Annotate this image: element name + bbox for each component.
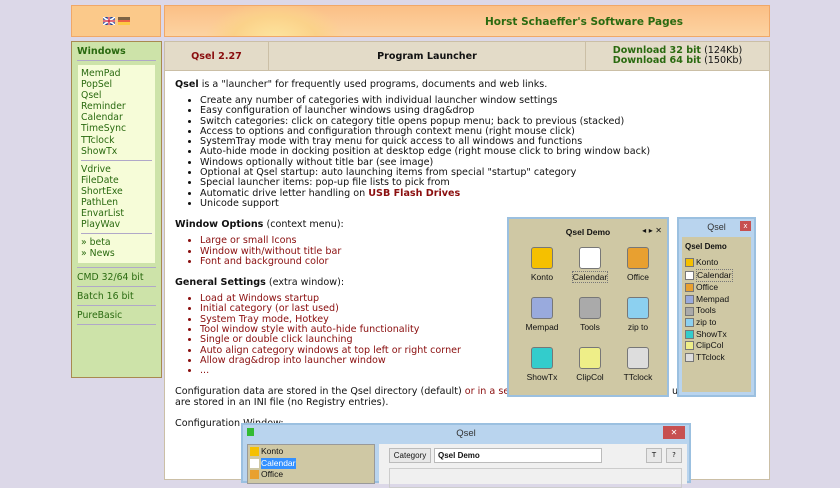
app-icon [531, 247, 553, 269]
config-list-item[interactable]: Konto [250, 446, 372, 458]
app-icon [247, 428, 254, 436]
launcher-item[interactable]: TTclock [613, 347, 663, 382]
general-settings-heading: General Settings (extra window): [175, 277, 345, 289]
sidebar-item[interactable]: PlayWav [81, 219, 152, 230]
app-icon [685, 295, 694, 305]
config-item-list[interactable]: Konto Calendar Office [247, 444, 375, 484]
app-icon [685, 318, 694, 328]
launcher-item[interactable]: Calendar [565, 247, 615, 283]
feature-item: Automatic drive letter handling on USB F… [200, 188, 759, 199]
sidebar-item[interactable]: Calendar [81, 112, 152, 123]
app-icon [685, 306, 694, 316]
demo-window-small: Qsel x Qsel Demo Konto Calendar Office Memp… [677, 217, 756, 397]
config-list-item[interactable]: Office [250, 469, 372, 481]
feature-item: Unicode support [200, 198, 759, 209]
launcher-item[interactable]: Konto [685, 257, 748, 269]
sidebar-item[interactable]: EnvarList [81, 208, 152, 219]
window-options-heading: Window Options (context menu): [175, 219, 344, 231]
launcher-item[interactable]: Office [613, 247, 663, 282]
app-icon [250, 447, 259, 457]
sidebar-item[interactable]: ShortExe [81, 186, 152, 197]
category-button[interactable]: Category [389, 448, 431, 463]
sidebar-item[interactable]: MemPad [81, 68, 152, 79]
setting-item: Font and background color [200, 256, 759, 267]
app-icon [685, 341, 694, 351]
launcher-item[interactable]: Calendar [685, 268, 748, 283]
app-icon [579, 247, 601, 269]
close-button[interactable]: x [740, 221, 751, 231]
launcher-item[interactable]: ShowTx [685, 329, 748, 341]
sidebar-item[interactable]: » News [81, 248, 152, 259]
usb-link[interactable]: USB Flash Drives [368, 188, 460, 199]
app-icon [685, 258, 694, 268]
app-icon [627, 247, 649, 269]
sidebar-section-link[interactable]: CMD 32/64 bit [77, 268, 156, 287]
intro: Qsel is a "launcher" for frequently used… [175, 79, 548, 90]
sidebar-section-link[interactable]: PureBasic [77, 306, 156, 325]
app-icon [579, 347, 601, 369]
sidebar-item[interactable]: Qsel [81, 90, 152, 101]
t-button[interactable]: T [646, 448, 662, 463]
sidebar-list: MemPad PopSel Qsel Reminder Calendar TimeSync… [78, 65, 155, 263]
sidebar-item[interactable]: Reminder [81, 101, 152, 112]
tab-bar: Qsel 2.27 Program Launcher Download 32 b… [164, 41, 770, 71]
page-title: Program Launcher [269, 42, 586, 70]
feature-list: Create any number of categories with ind… [200, 95, 759, 209]
site-title: Horst Schaeffer's Software Pages [485, 16, 683, 28]
launcher-item[interactable]: Office [685, 282, 748, 294]
app-icon [531, 347, 553, 369]
window-options-list: Large or small IconsWindow with/without … [200, 235, 759, 267]
setting-item: Allow drag&drop into launcher window [200, 355, 759, 366]
sidebar-item[interactable]: TTclock [81, 135, 152, 146]
app-icon [685, 283, 694, 293]
demo-window-large: Qsel Demo ◂ ▸ ✕ Konto Calendar Office Mempa… [507, 217, 669, 397]
sidebar-heading: Windows [77, 46, 156, 61]
config-paragraph: Configuration data are stored in the Qse… [175, 386, 759, 408]
app-icon [627, 297, 649, 319]
general-settings-list: Load at Windows startupInitial category … [200, 293, 759, 376]
app-icon [685, 329, 694, 339]
sidebar-item[interactable]: FileDate [81, 175, 152, 186]
close-button[interactable]: ✕ [663, 426, 685, 439]
sidebar-item[interactable]: TimeSync [81, 123, 152, 134]
sidebar-item[interactable]: PathLen [81, 197, 152, 208]
launcher-item[interactable]: zip to [613, 297, 663, 332]
app-icon [531, 297, 553, 319]
app-icon [627, 347, 649, 369]
sidebar-item[interactable]: PopSel [81, 79, 152, 90]
launcher-item[interactable]: zip to [685, 317, 748, 329]
app-icon [685, 270, 694, 280]
launcher-item[interactable]: ClipCol [685, 340, 748, 352]
launcher-item[interactable]: Konto [517, 247, 567, 282]
flag-de-icon[interactable] [117, 17, 130, 25]
app-icon [579, 297, 601, 319]
config-list-item[interactable]: Calendar [250, 457, 372, 470]
flag-uk-icon[interactable] [102, 17, 115, 25]
sidebar-item[interactable]: » beta [81, 237, 152, 248]
category-input[interactable]: Qsel Demo [434, 448, 602, 463]
app-icon [685, 353, 694, 363]
version-label: Qsel 2.27 [165, 42, 269, 70]
sidebar-section-link[interactable]: Batch 16 bit [77, 287, 156, 306]
nav-close-icons[interactable]: ◂ ▸ ✕ [642, 226, 662, 235]
launcher-item[interactable]: ShowTx [517, 347, 567, 382]
config-window: Qsel ✕ Konto Calendar Office Category Qsel… [241, 423, 691, 488]
download-64-link[interactable]: Download 64 bit (150Kb) [613, 56, 743, 66]
config-window-title: Qsel [456, 428, 476, 439]
site-banner: Horst Schaeffer's Software Pages [164, 5, 770, 37]
launcher-item[interactable]: TTclock [685, 352, 748, 364]
launcher-item[interactable]: Mempad [685, 294, 748, 306]
launcher-item[interactable]: Mempad [517, 297, 567, 332]
sidebar-item[interactable]: Vdrive [81, 164, 152, 175]
launcher-item[interactable]: ClipCol [565, 347, 615, 382]
launcher-item[interactable]: Tools [565, 297, 615, 332]
setting-item: ... [200, 365, 759, 376]
demo-title: Qsel Demo [685, 242, 727, 251]
sidebar-item[interactable]: ShowTx [81, 146, 152, 157]
launcher-item[interactable]: Tools [685, 305, 748, 317]
app-icon [250, 458, 259, 468]
language-selector [71, 5, 161, 37]
help-button[interactable]: ? [666, 448, 682, 463]
sidebar: Windows MemPad PopSel Qsel Reminder Calendar… [71, 41, 162, 378]
